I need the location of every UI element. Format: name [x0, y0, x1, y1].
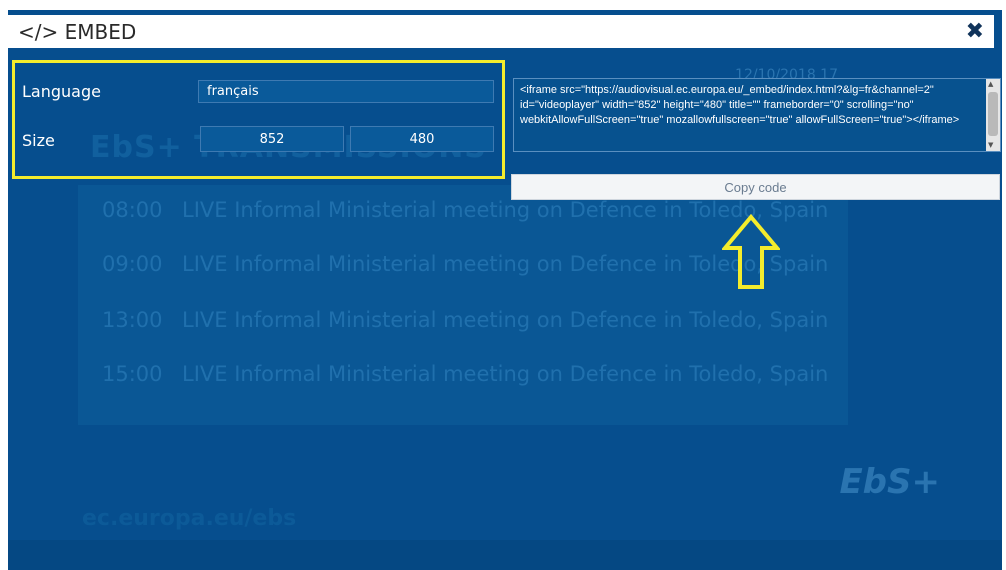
embed-code-textarea[interactable]: <iframe src="https://audiovisual.ec.euro… — [513, 78, 1001, 152]
language-value: français — [207, 84, 259, 99]
schedule-time: 15:00 — [102, 362, 163, 386]
up-arrow-icon — [722, 214, 780, 289]
scroll-down-icon[interactable]: ▼ — [988, 141, 993, 149]
language-select[interactable]: français — [198, 80, 494, 103]
code-scrollbar-thumb[interactable] — [988, 92, 998, 136]
modal-title: </> EMBED — [18, 19, 137, 44]
schedule-text: LIVE Informal Ministerial meeting on Def… — [182, 362, 829, 386]
schedule-item: 13:00 LIVE Informal Ministerial meeting o… — [102, 308, 832, 332]
scroll-up-icon[interactable]: ▲ — [988, 80, 993, 88]
ebs-logo: EbS+ — [839, 462, 940, 502]
schedule-time: 09:00 — [102, 252, 163, 276]
width-value: 852 — [259, 131, 285, 147]
height-input[interactable]: 480 — [350, 126, 494, 152]
size-label: Size — [22, 131, 55, 150]
schedule-item: 15:00 LIVE Informal Ministerial meeting o… — [102, 362, 832, 386]
schedule-time: 13:00 — [102, 308, 163, 332]
background-bottom-bar — [8, 540, 1002, 570]
modal-header: </> EMBED ✖ — [8, 15, 994, 48]
schedule-text: LIVE Informal Ministerial meeting on Def… — [182, 308, 829, 332]
language-label: Language — [22, 82, 101, 101]
copy-code-button[interactable]: Copy code — [511, 174, 1000, 200]
background-footer-link: ec.europa.eu/ebs — [82, 506, 297, 531]
width-input[interactable]: 852 — [200, 126, 344, 152]
height-value: 480 — [409, 131, 435, 147]
highlight-box — [12, 60, 505, 179]
schedule-time: 08:00 — [102, 198, 163, 222]
close-icon[interactable]: ✖ — [966, 19, 984, 44]
